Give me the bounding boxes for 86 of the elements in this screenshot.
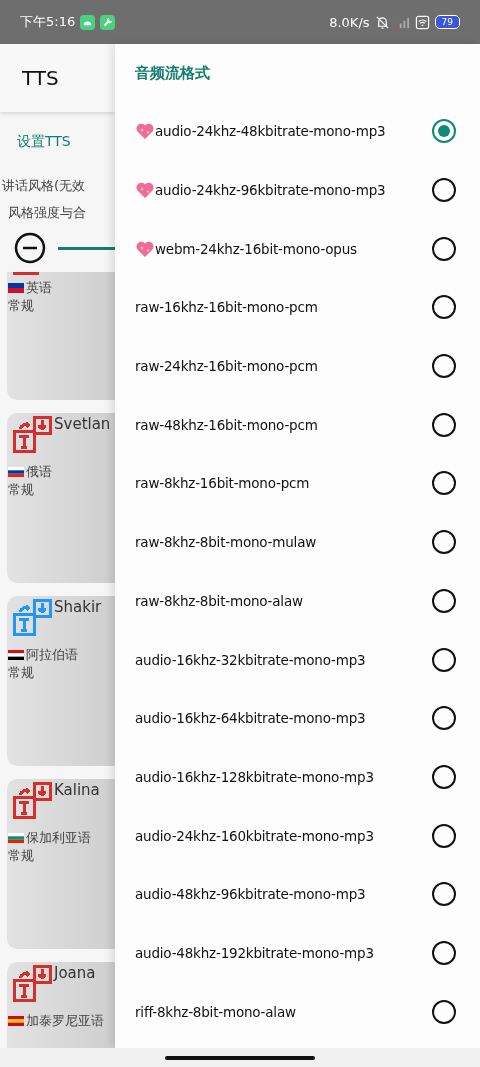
format-label: audio-16khz-64kbitrate-mono-mp3 <box>135 710 367 727</box>
format-label: audio-48khz-192kbitrate-mono-mp3 <box>135 944 375 961</box>
format-option[interactable]: raw-16khz-16bit-mono-pcm <box>135 278 480 337</box>
radio-button[interactable] <box>432 295 456 320</box>
format-option[interactable]: raw-8khz-8bit-mono-alaw <box>135 571 480 631</box>
voice-card[interactable]: Svetlan 俄语 常规 <box>7 413 115 583</box>
voice-language: 阿拉伯语 <box>26 646 78 664</box>
format-label: audio-24khz-160kbitrate-mono-mp3 <box>135 827 375 844</box>
minus-button[interactable] <box>14 232 46 264</box>
format-option[interactable]: audio-16khz-32kbitrate-mono-mp3 <box>135 630 480 689</box>
voice-card[interactable]: Shakir 阿拉伯语 常规 <box>7 596 115 766</box>
format-label: audio-16khz-128kbitrate-mono-mp3 <box>135 768 375 785</box>
voice-language: 英语 <box>26 279 52 297</box>
voice-language: 俄语 <box>26 463 52 481</box>
voice-style: 常规 <box>8 297 35 315</box>
slider-track[interactable] <box>58 246 115 250</box>
style-label: 讲话风格(无效 <box>1 177 87 195</box>
format-label: audio-16khz-32kbitrate-mono-mp3 <box>135 651 367 668</box>
radio-button[interactable] <box>432 354 456 379</box>
voice-name: Kalina <box>54 781 100 799</box>
format-option[interactable]: webm-24khz-16bit-mono-opus <box>135 219 480 279</box>
radio-button[interactable] <box>432 999 456 1024</box>
format-option[interactable]: audio-16khz-128kbitrate-mono-mp3 <box>135 747 480 807</box>
format-option[interactable]: audio-24khz-48kbitrate-mono-mp3 <box>135 102 480 161</box>
radio-button[interactable] <box>432 706 456 731</box>
strength-label: 风格强度与合 <box>7 204 87 222</box>
format-label: riff-8khz-8bit-mono-alaw <box>135 1003 297 1020</box>
format-label: audio-48khz-96kbitrate-mono-mp3 <box>135 886 367 903</box>
voice-name: Shakir <box>54 598 102 616</box>
status-time: 下午5:16 <box>20 13 76 31</box>
format-option[interactable]: audio-16khz-64kbitrate-mono-mp3 <box>135 688 480 748</box>
format-label: raw-16khz-16bit-mono-pcm <box>135 299 319 316</box>
format-option[interactable]: audio-24khz-160kbitrate-mono-mp3 <box>135 806 480 865</box>
radio-button[interactable] <box>432 647 456 672</box>
voice-name: Joana <box>54 964 96 982</box>
radio-button[interactable] <box>432 178 456 203</box>
format-option[interactable]: audio-48khz-192kbitrate-mono-mp3 <box>135 923 480 983</box>
radio-button[interactable] <box>432 940 456 965</box>
flag-icon <box>8 650 24 660</box>
flag-icon <box>8 1016 24 1026</box>
format-option[interactable]: riff-8khz-8bit-mono-alaw <box>135 982 480 1041</box>
format-label: raw-24khz-16bit-mono-pcm <box>135 358 319 375</box>
format-label: raw-48khz-16bit-mono-pcm <box>135 416 319 433</box>
format-option[interactable]: raw-24khz-16bit-mono-pcm <box>135 336 480 396</box>
voice-language: 保加利亚语 <box>26 829 91 847</box>
voice-style: 常规 <box>8 664 35 682</box>
radio-button[interactable] <box>432 412 456 437</box>
network-speed: 8.0K/s <box>329 14 370 30</box>
format-label: raw-8khz-8bit-mono-alaw <box>135 592 304 609</box>
radio-button[interactable] <box>432 823 456 848</box>
voice-card[interactable]: 英语 常规 <box>7 272 115 400</box>
drawer-title: 音频流格式 <box>135 62 211 84</box>
radio-button[interactable] <box>432 530 456 555</box>
voice-card[interactable]: Joana 加泰罗尼亚语 <box>7 962 115 1048</box>
voice-style: 常规 <box>8 481 35 499</box>
radio-button[interactable] <box>432 588 456 613</box>
format-option[interactable]: raw-8khz-16bit-mono-pcm <box>135 454 480 513</box>
battery-indicator: 79 <box>434 15 460 29</box>
app-title: TTS <box>22 66 59 90</box>
flag-icon <box>8 833 24 843</box>
radio-button[interactable] <box>432 764 456 789</box>
format-label: audio-24khz-96kbitrate-mono-mp3 <box>155 182 387 199</box>
bell-muted-icon <box>374 14 390 30</box>
radio-button[interactable] <box>432 471 456 496</box>
voice-name: Svetlan <box>54 415 111 433</box>
format-option[interactable]: raw-8khz-8bit-mono-mulaw <box>135 512 480 572</box>
flag-icon <box>8 467 24 477</box>
radio-button[interactable] <box>432 236 456 261</box>
format-option[interactable]: raw-48khz-16bit-mono-pcm <box>135 395 480 455</box>
radio-button[interactable] <box>432 882 456 907</box>
format-option[interactable]: audio-24khz-96kbitrate-mono-mp3 <box>135 160 480 220</box>
settings-tab[interactable]: 设置TTS <box>17 133 71 151</box>
flag-icon <box>8 283 24 293</box>
format-label: raw-8khz-8bit-mono-mulaw <box>135 534 318 551</box>
format-option[interactable]: audio-48khz-96kbitrate-mono-mp3 <box>135 864 480 924</box>
format-label: audio-24khz-48kbitrate-mono-mp3 <box>155 123 387 140</box>
android-icon <box>80 14 96 30</box>
voice-style: 常规 <box>8 847 35 865</box>
voice-card[interactable]: Kalina 保加利亚语 常规 <box>7 779 115 949</box>
radio-button[interactable] <box>432 119 456 144</box>
format-label: webm-24khz-16bit-mono-opus <box>155 240 358 257</box>
wrench-icon <box>100 14 116 30</box>
home-indicator[interactable] <box>165 1055 315 1060</box>
format-label: raw-8khz-16bit-mono-pcm <box>135 475 311 492</box>
voice-language: 加泰罗尼亚语 <box>26 1012 104 1030</box>
wifi-icon <box>414 14 430 30</box>
